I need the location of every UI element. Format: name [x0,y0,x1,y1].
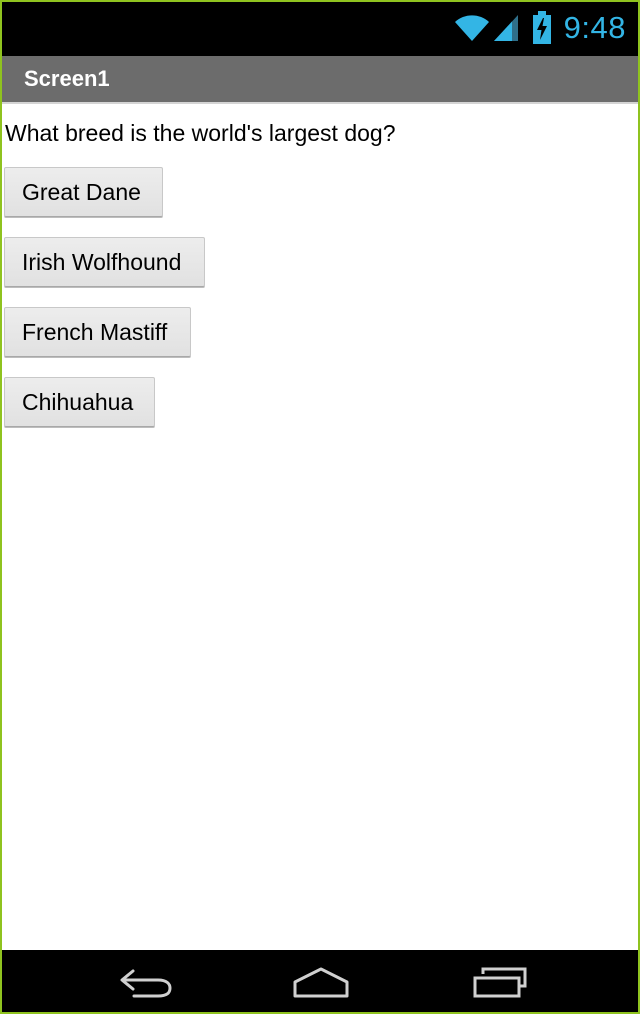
home-icon [293,967,349,998]
answer-button-irish-wolfhound[interactable]: Irish Wolfhound [4,237,205,287]
back-button[interactable] [106,960,186,1006]
wifi-icon [454,15,489,41]
screen-frame [0,0,640,1014]
status-icons: 9:48 [454,6,626,50]
recent-apps-icon [473,967,527,998]
answer-button-great-dane[interactable]: Great Dane [4,167,163,217]
answer-button-french-mastiff[interactable]: French Mastiff [4,307,191,357]
question-label: What breed is the world's largest dog? [5,120,396,146]
navigation-bar [0,950,640,1014]
title-bar: Screen1 [0,56,640,104]
signal-icon [493,15,518,41]
answer-button-chihuahua[interactable]: Chihuahua [4,377,155,427]
battery-charging-icon [532,11,551,44]
clock: 9:48 [563,10,626,45]
recent-apps-button[interactable] [460,960,540,1006]
screen-title: Screen1 [24,66,110,91]
status-bar: 9:48 [0,0,640,56]
home-button[interactable] [281,960,361,1006]
back-icon [120,969,172,998]
